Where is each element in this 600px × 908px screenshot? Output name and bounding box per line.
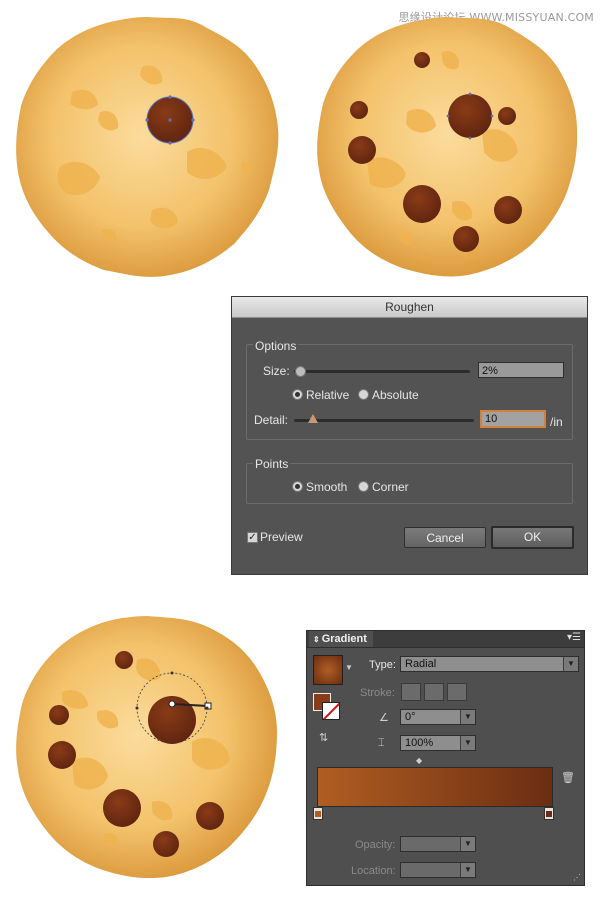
dialog-title: Roughen [232,297,587,318]
angle-icon: ∠ [379,712,389,724]
gradient-panel: ⇕ Gradient ▾☰ ▼ Type: Radial ▼ Stroke: ⇅ … [306,630,585,886]
size-field[interactable]: 2% [478,362,564,378]
midpoint-diamond[interactable]: ◆ [416,756,422,765]
opacity-label: Opacity: [355,839,396,851]
chevron-down-icon: ▼ [460,736,475,750]
options-group-title: Options [253,339,299,353]
cookie-illustration-3 [16,616,277,879]
cookie-illustration-1 [16,17,279,277]
size-slider-track[interactable] [294,370,470,373]
panel-header: ⇕ Gradient ▾☰ [307,631,584,648]
stroke-across-icon[interactable] [447,683,467,701]
relative-label[interactable]: Relative [306,388,349,402]
panel-menu-icon[interactable]: ▾☰ [567,632,581,643]
detail-field[interactable]: 10 [480,410,546,428]
location-label: Location: [351,865,396,877]
aspect-ratio-field[interactable]: 100% ▼ [400,735,476,751]
size-label: Size: [263,364,290,378]
absolute-label[interactable]: Absolute [372,388,419,402]
opacity-field[interactable]: ▼ [400,836,476,852]
aspect-ratio-value: 100% [405,737,434,749]
gradient-slider-bar[interactable] [317,767,553,807]
angle-value: 0° [405,711,416,723]
size-slider-thumb[interactable] [295,366,306,377]
trash-icon[interactable]: 🗑 [561,771,575,784]
aspect-ratio-icon: ⌶ [378,737,385,749]
stroke-label: Stroke: [360,687,395,699]
tab-arrows-icon: ⇕ [313,635,320,644]
preview-label[interactable]: Preview [260,530,303,544]
type-value: Radial [405,658,437,670]
gradient-preview-swatch[interactable] [313,655,343,685]
detail-label: Detail: [254,413,289,427]
relative-radio[interactable] [292,389,303,400]
ok-button[interactable]: OK [491,526,574,549]
corner-radio[interactable] [358,481,369,492]
chevron-down-icon: ▼ [460,863,475,877]
color-stop-right[interactable] [544,807,554,820]
preview-checkbox[interactable]: ✓ [247,532,258,543]
absolute-radio[interactable] [358,389,369,400]
detail-slider-thumb[interactable] [308,414,318,423]
gradient-tab[interactable]: ⇕ Gradient [309,631,373,647]
chevron-down-icon: ▼ [460,710,475,724]
location-field[interactable]: ▼ [400,862,476,878]
smooth-radio[interactable] [292,481,303,492]
stroke-within-icon[interactable] [401,683,421,701]
resize-grip-icon[interactable]: ⋰ [573,873,581,882]
swatch-dropdown-icon[interactable]: ▼ [345,663,353,672]
cookie-illustration-2 [317,17,578,277]
roughen-dialog: Roughen Options Size: 2% Relative Absolu… [231,296,588,575]
detail-unit: /in [550,415,563,429]
reverse-gradient-icon[interactable]: ⇅ [319,731,328,744]
cancel-button[interactable]: Cancel [404,527,486,548]
corner-label[interactable]: Corner [372,480,409,494]
fill-stroke-icon[interactable] [313,693,340,720]
smooth-label[interactable]: Smooth [306,480,347,494]
angle-field[interactable]: 0° ▼ [400,709,476,725]
gradient-tab-label: Gradient [321,633,367,645]
color-stop-left[interactable] [313,807,323,820]
type-select[interactable]: Radial ▼ [400,656,579,672]
stroke-along-icon[interactable] [424,683,444,701]
chevron-down-icon: ▼ [563,657,578,671]
points-group-title: Points [253,457,291,471]
detail-slider-track[interactable] [294,419,474,422]
type-label: Type: [369,659,396,671]
chevron-down-icon: ▼ [460,837,475,851]
